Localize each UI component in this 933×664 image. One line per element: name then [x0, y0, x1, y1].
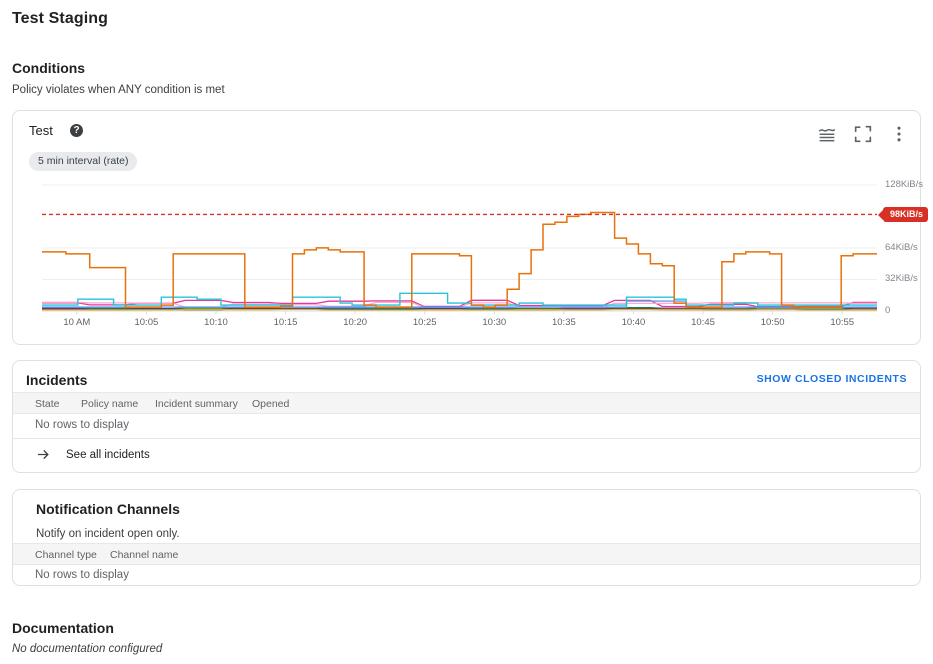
channels-empty-text: No rows to display [35, 569, 129, 581]
conditions-heading: Conditions [12, 60, 86, 76]
see-all-incidents-label: See all incidents [66, 448, 150, 461]
x-axis-tick-4: 10:20 [343, 317, 368, 328]
more-vert-icon[interactable] [888, 123, 910, 145]
documentation-heading: Documentation [12, 620, 114, 636]
arrow-right-icon [37, 450, 49, 459]
y-axis-tick-0: 0 [885, 305, 891, 316]
x-axis-tick-6: 10:30 [482, 317, 507, 328]
notification-channels-card: Notification Channels Notify on incident… [12, 489, 921, 586]
chart-plot-area[interactable]: 0 32KiB/s 64KiB/s 128KiB/s 10 AM 10:05 10:10 1… [13, 171, 929, 346]
show-closed-incidents-link[interactable]: SHOW CLOSED INCIDENTS [757, 373, 907, 385]
y-axis-tick-1: 32KiB/s [885, 273, 918, 285]
conditions-subtitle: Policy violates when ANY condition is me… [12, 84, 225, 96]
documentation-empty-text: No documentation configured [12, 643, 163, 655]
incidents-heading: Incidents [26, 372, 88, 388]
column-header-channel-type: Channel type [35, 549, 97, 561]
notification-channels-heading: Notification Channels [36, 501, 180, 517]
chart-header: Test ? 5 min interval (rate) [13, 111, 920, 171]
incidents-table-header: State Policy name Incident summary Opene… [13, 392, 920, 414]
interval-chip: 5 min interval (rate) [29, 152, 138, 171]
x-axis-tick-5: 10:25 [412, 317, 437, 328]
help-icon[interactable]: ? [70, 124, 83, 137]
notification-channels-subtitle: Notify on incident open only. [36, 528, 180, 540]
incidents-empty-text: No rows to display [35, 419, 129, 431]
see-all-incidents-button[interactable]: See all incidents [35, 447, 150, 462]
policy-detail-page: Test Staging Conditions Policy violates … [0, 0, 933, 664]
chart-style-icon[interactable] [816, 123, 838, 145]
column-header-channel-name: Channel name [110, 549, 179, 561]
incidents-card: Incidents SHOW CLOSED INCIDENTS State Po… [12, 360, 921, 473]
chart-title: Test [29, 123, 53, 138]
column-header-incident-summary: Incident summary [155, 398, 238, 410]
x-axis-tick-7: 10:35 [551, 317, 576, 328]
x-axis-tick-3: 10:15 [273, 317, 298, 328]
column-header-state: State [35, 398, 60, 410]
condition-chart-card: Test ? 5 min interval (rate) 0 32KiB/s 6… [12, 110, 929, 346]
x-axis-tick-2: 10:10 [204, 317, 228, 328]
channels-table-header: Channel type Channel name [13, 543, 920, 565]
x-axis-tick-9: 10:45 [691, 317, 715, 328]
x-axis-tick-0: 10 AM [63, 317, 91, 328]
page-title: Test Staging [12, 10, 109, 27]
column-header-opened: Opened [252, 398, 290, 410]
x-axis-tick-11: 10:55 [830, 317, 855, 328]
fullscreen-icon[interactable] [852, 123, 874, 145]
chart-header-actions [816, 123, 910, 145]
y-axis-tick-3: 128KiB/s [885, 178, 924, 190]
x-axis-tick-10: 10:50 [760, 317, 785, 328]
threshold-badge: 98KiB/s [883, 207, 929, 223]
x-axis-tick-8: 10:40 [621, 317, 646, 328]
column-header-policy-name: Policy name [81, 398, 139, 410]
y-axis-tick-2: 64KiB/s [885, 241, 918, 253]
incidents-row-divider [13, 438, 920, 439]
x-axis-tick-1: 10:05 [134, 317, 159, 328]
